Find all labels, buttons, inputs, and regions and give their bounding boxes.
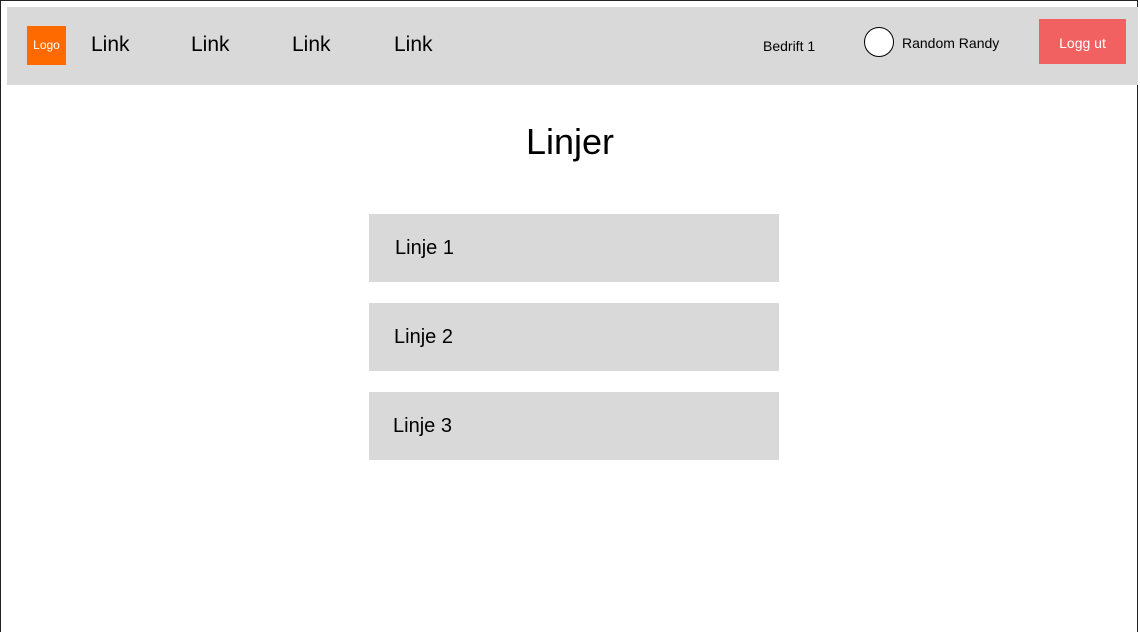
logout-button[interactable]: Logg ut (1039, 19, 1126, 64)
logo[interactable]: Logo (27, 26, 66, 65)
line-item-label: Linje 1 (395, 237, 454, 259)
user-name[interactable]: Random Randy (902, 33, 999, 53)
top-navbar: Logo Link Link Link Link Bedrift 1 Rando… (7, 7, 1138, 85)
page-title: Linjer (525, 121, 615, 162)
line-item-3[interactable]: Linje 3 (369, 392, 779, 460)
nav-link-2[interactable]: Link (191, 31, 230, 59)
nav-link-1[interactable]: Link (91, 31, 130, 59)
company-name[interactable]: Bedrift 1 (763, 36, 815, 56)
user-avatar[interactable] (864, 27, 894, 57)
line-item-2[interactable]: Linje 2 (369, 303, 779, 371)
logout-label: Logg ut (1059, 34, 1106, 51)
line-item-label: Linje 2 (394, 326, 453, 348)
line-item-1[interactable]: Linje 1 (369, 214, 779, 282)
nav-link-3[interactable]: Link (292, 31, 331, 59)
line-item-label: Linje 3 (393, 415, 452, 437)
nav-link-4[interactable]: Link (394, 31, 433, 59)
